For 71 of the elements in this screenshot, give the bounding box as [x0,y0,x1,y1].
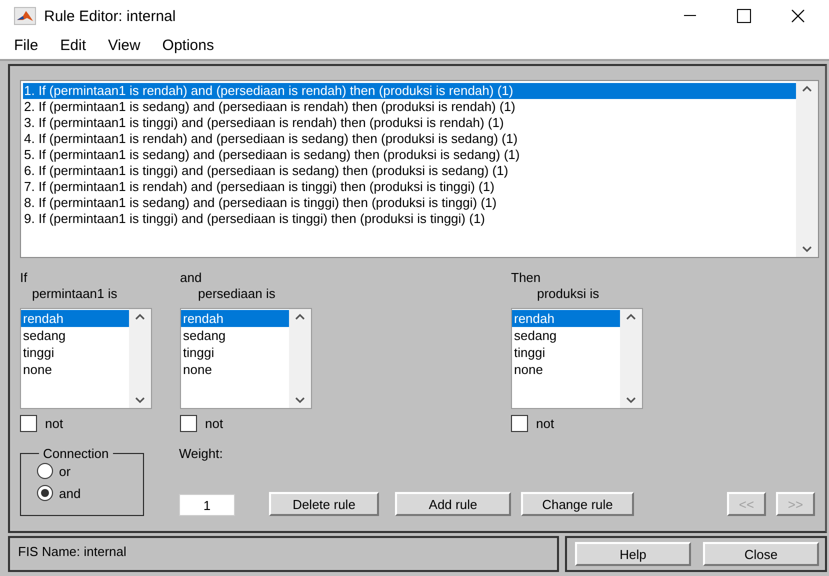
dialog-button[interactable]: Close [703,542,819,566]
variable-label: permintaan1 is [31,286,118,302]
rule-list[interactable] [20,80,819,258]
list-option[interactable]: rendah [512,310,620,327]
close-icon [791,9,805,23]
checkbox-label: not [205,416,224,431]
list-option[interactable]: sedang [181,327,289,344]
status-text: FIS Name: internal [8,536,559,572]
dialog-button[interactable]: Help [575,542,691,566]
not-checkbox[interactable] [511,415,528,432]
not-checkbox[interactable] [180,415,197,432]
radio-label: and [59,486,81,500]
scrollbar[interactable] [129,309,151,408]
menu-item[interactable]: View [100,37,148,54]
menu-item[interactable]: Edit [52,37,94,54]
rule-button[interactable]: Add rule [395,492,511,516]
variable-label: produksi is [536,286,600,302]
list-option[interactable]: tinggi [21,344,129,361]
maximize-icon [737,9,751,23]
minimize-icon [684,15,696,17]
variable-heading: Then [511,270,542,286]
variable-heading: If [20,270,28,286]
membership-list[interactable]: rendah sedang tinggi none [180,308,312,409]
list-option[interactable]: none [512,361,620,378]
radio-button[interactable] [37,485,53,501]
list-option[interactable]: none [21,361,129,378]
radio-button[interactable] [37,463,53,479]
menu-item[interactable]: File [14,37,46,54]
membership-list[interactable]: rendah sedang tinggi none [20,308,152,409]
rule-button[interactable]: Delete rule [269,492,379,516]
menu-item[interactable]: Options [154,37,222,54]
weight-field[interactable]: 1 [179,494,235,516]
rule-item[interactable]: 4. If (permintaan1 is rendah) and (persediaan is sedang) then (produksi is sedang) (1) [23,131,796,147]
rule-item[interactable]: 5. If (permintaan1 is sedang) and (persediaan is sedang) then (produksi is sedang) (1) [23,147,796,163]
scroll-down-icon[interactable] [135,397,145,404]
list-option[interactable]: none [181,361,289,378]
scroll-down-icon[interactable] [802,246,812,253]
rule-item[interactable]: 8. If (permintaan1 is sedang) and (persediaan is tinggi) then (produksi is tinggi) (1) [23,195,796,211]
rule-item[interactable]: 2. If (permintaan1 is sedang) and (persediaan is rendah) then (produksi is rendah) (1) [23,99,796,115]
app-logo-icon [14,7,36,25]
window-title: Rule Editor: internal [44,8,177,24]
scroll-up-icon[interactable] [295,313,305,320]
radio-label: or [59,464,71,478]
variable-heading: and [180,270,203,286]
scroll-up-icon[interactable] [802,85,812,92]
list-option[interactable]: rendah [21,310,129,327]
scroll-up-icon[interactable] [626,313,636,320]
scrollbar[interactable] [289,309,311,408]
list-option[interactable]: tinggi [181,344,289,361]
scroll-up-icon[interactable] [135,313,145,320]
list-option[interactable]: rendah [181,310,289,327]
scrollbar[interactable] [796,81,818,257]
rule-item[interactable]: 6. If (permintaan1 is tinggi) and (persediaan is sedang) then (produksi is sedang) (1) [23,163,796,179]
rule-item[interactable]: 3. If (permintaan1 is tinggi) and (persediaan is rendah) then (produksi is rendah) (1) [23,115,796,131]
group-title: Connection [42,446,110,461]
rule-button[interactable]: Change rule [521,492,634,516]
rule-item[interactable]: 7. If (permintaan1 is rendah) and (persediaan is tinggi) then (produksi is tinggi) (1) [23,179,796,195]
scroll-down-icon[interactable] [295,397,305,404]
rule-item[interactable]: 1. If (permintaan1 is rendah) and (persediaan is rendah) then (produksi is rendah) (1) [23,83,796,99]
list-option[interactable]: tinggi [512,344,620,361]
weight-label: Weight: [179,446,224,461]
scrollbar[interactable] [620,309,642,408]
checkbox-label: not [536,416,554,431]
list-option[interactable]: sedang [512,327,620,344]
membership-list[interactable]: rendah sedang tinggi none [511,308,643,409]
checkbox-label: not [45,416,64,431]
rule-item[interactable]: 9. If (permintaan1 is tinggi) and (persediaan is tinggi) then (produksi is tinggi) (1) [23,211,796,227]
scroll-down-icon[interactable] [626,397,636,404]
list-option[interactable]: sedang [21,327,129,344]
variable-label: persediaan is [197,286,276,302]
not-checkbox[interactable] [20,415,37,432]
